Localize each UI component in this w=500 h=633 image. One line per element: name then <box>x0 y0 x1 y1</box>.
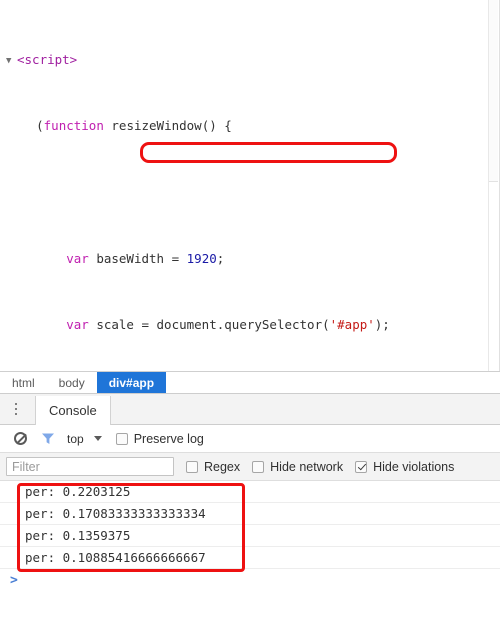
hide-violations-checkbox[interactable] <box>355 460 368 473</box>
console-prompt-chevron-icon: > <box>10 572 18 588</box>
kebab-menu-icon[interactable] <box>3 394 29 425</box>
console-message[interactable]: per: 0.2203125 <box>0 481 500 503</box>
console-message[interactable]: per: 0.1359375 <box>0 525 500 547</box>
regex-option[interactable]: Regex <box>186 460 240 474</box>
drawer-tab-bar: Console <box>0 394 500 425</box>
breadcrumb-item-div-app[interactable]: div#app <box>96 372 167 393</box>
code-line[interactable]: (function resizeWindow() { <box>0 118 499 135</box>
hide-network-option[interactable]: Hide network <box>252 460 343 474</box>
devtools-window: ▼ <script> (function resizeWindow() { var… <box>0 0 500 633</box>
preserve-log-option[interactable]: Preserve log <box>115 431 204 446</box>
script-tag-label: <script> <box>17 51 78 67</box>
execution-context-selector[interactable]: top <box>67 432 84 446</box>
console-toolbar: top Preserve log <box>0 425 500 453</box>
hide-violations-option[interactable]: Hide violations <box>355 460 454 474</box>
preserve-log-label: Preserve log <box>133 431 204 446</box>
console-output-panel[interactable]: per: 0.2203125 per: 0.17083333333333334 … <box>0 481 500 633</box>
dom-panel-scrollbar[interactable] <box>488 0 499 371</box>
code-line[interactable]: var scale = document.querySelector('#app… <box>0 317 499 334</box>
hide-violations-label: Hide violations <box>373 459 455 474</box>
breadcrumb: html body div#app <box>0 371 500 394</box>
console-message[interactable]: per: 0.17083333333333334 <box>0 503 500 525</box>
console-message[interactable]: per: 0.10885416666666667 <box>0 547 500 569</box>
elements-dom-panel[interactable]: ▼ <script> (function resizeWindow() { var… <box>0 0 500 371</box>
keyword-function: function <box>43 118 104 134</box>
regex-label: Regex <box>204 459 241 474</box>
hide-network-checkbox[interactable] <box>252 460 265 473</box>
dom-panel-scrollbar-thumb[interactable] <box>489 0 498 182</box>
code-line[interactable]: var baseWidth = 1920; <box>0 251 499 268</box>
string-app-selector: '#app' <box>329 317 375 333</box>
breadcrumb-item-html[interactable]: html <box>0 372 47 393</box>
breadcrumb-item-body[interactable]: body <box>47 372 97 393</box>
console-prompt-row[interactable]: > <box>0 569 500 591</box>
preserve-log-checkbox[interactable] <box>115 432 128 445</box>
keyword-var: var <box>66 250 89 266</box>
regex-checkbox[interactable] <box>186 460 198 473</box>
number-base-width: 1920 <box>186 250 217 266</box>
hide-network-label: Hide network <box>270 459 344 474</box>
console-filter-row: Regex Hide network Hide violations <box>0 453 500 481</box>
console-filter-input[interactable] <box>6 457 174 476</box>
tab-console[interactable]: Console <box>35 395 111 425</box>
keyword-var: var <box>66 317 89 333</box>
clear-console-icon[interactable] <box>8 427 32 451</box>
filter-funnel-icon[interactable] <box>36 427 60 451</box>
disclosure-triangle-icon[interactable]: ▼ <box>6 53 17 70</box>
code-line-script-tag[interactable]: ▼ <script> <box>0 52 499 69</box>
chevron-down-icon[interactable] <box>93 436 102 441</box>
script-source-code[interactable]: ▼ <script> (function resizeWindow() { var… <box>0 0 499 371</box>
